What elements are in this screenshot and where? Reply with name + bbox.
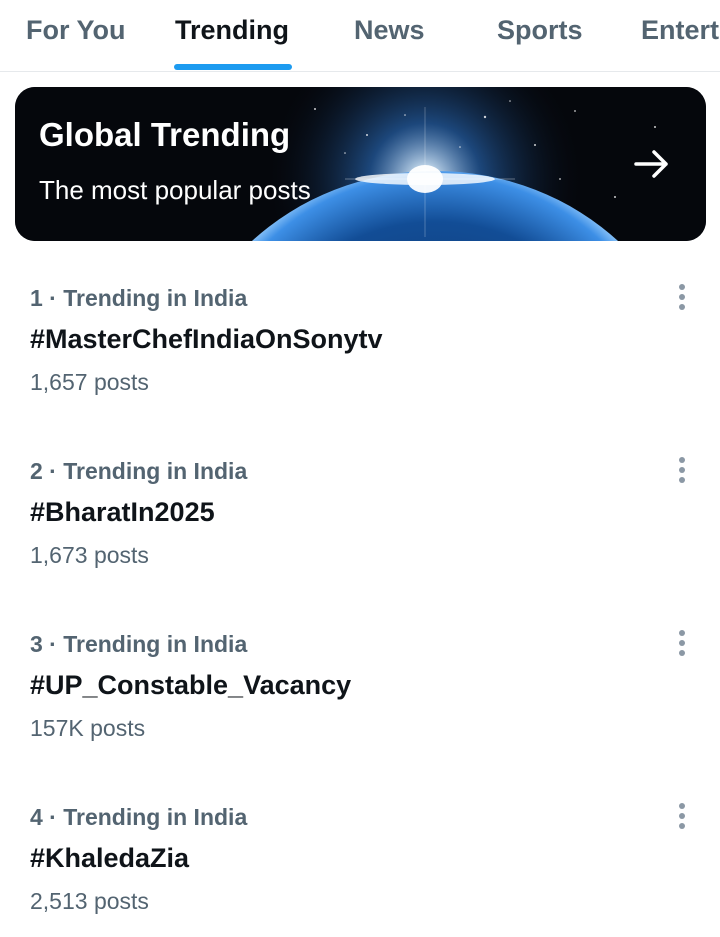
trend-context: 3 · Trending in India [30,631,248,657]
trend-hashtag: #KhaledaZia [30,843,190,873]
more-options-icon[interactable] [664,623,700,663]
earth-space-image [15,87,706,241]
more-options-icon[interactable] [664,277,700,317]
trend-context: 2 · Trending in India [30,458,248,484]
trend-item-3[interactable]: 3 · Trending in India #UP_Constable_Vaca… [0,629,720,802]
trend-post-count: 157K posts [30,715,146,741]
trend-post-count: 1,673 posts [30,542,149,568]
more-options-icon[interactable] [664,450,700,490]
trend-item-4[interactable]: 4 · Trending in India #KhaledaZia 2,513 … [0,802,720,937]
more-options-icon[interactable] [664,796,700,836]
trend-context: 1 · Trending in India [30,285,248,311]
banner-subtitle: The most popular posts [39,175,311,205]
trend-hashtag: #UP_Constable_Vacancy [30,670,352,700]
tab-trending[interactable]: Trending [175,10,289,50]
tab-news[interactable]: News [354,10,425,50]
trend-item-1[interactable]: 1 · Trending in India #MasterChefIndiaOn… [0,283,720,456]
arrow-right-icon[interactable] [632,144,672,184]
trend-hashtag: #BharatIn2025 [30,497,215,527]
active-tab-indicator [174,64,292,70]
tab-sports[interactable]: Sports [497,10,583,50]
top-tab-bar: For You Trending News Sports Entert [0,0,720,72]
trend-post-count: 2,513 posts [30,888,149,914]
trend-hashtag: #MasterChefIndiaOnSonytv [30,324,383,354]
trend-post-count: 1,657 posts [30,369,149,395]
trend-context: 4 · Trending in India [30,804,248,830]
trend-item-2[interactable]: 2 · Trending in India #BharatIn2025 1,67… [0,456,720,629]
tab-for-you[interactable]: For You [26,10,126,50]
tab-entertainment[interactable]: Entert [641,10,719,50]
global-trending-banner[interactable]: Global Trending The most popular posts [15,87,706,241]
banner-title: Global Trending [39,116,291,153]
